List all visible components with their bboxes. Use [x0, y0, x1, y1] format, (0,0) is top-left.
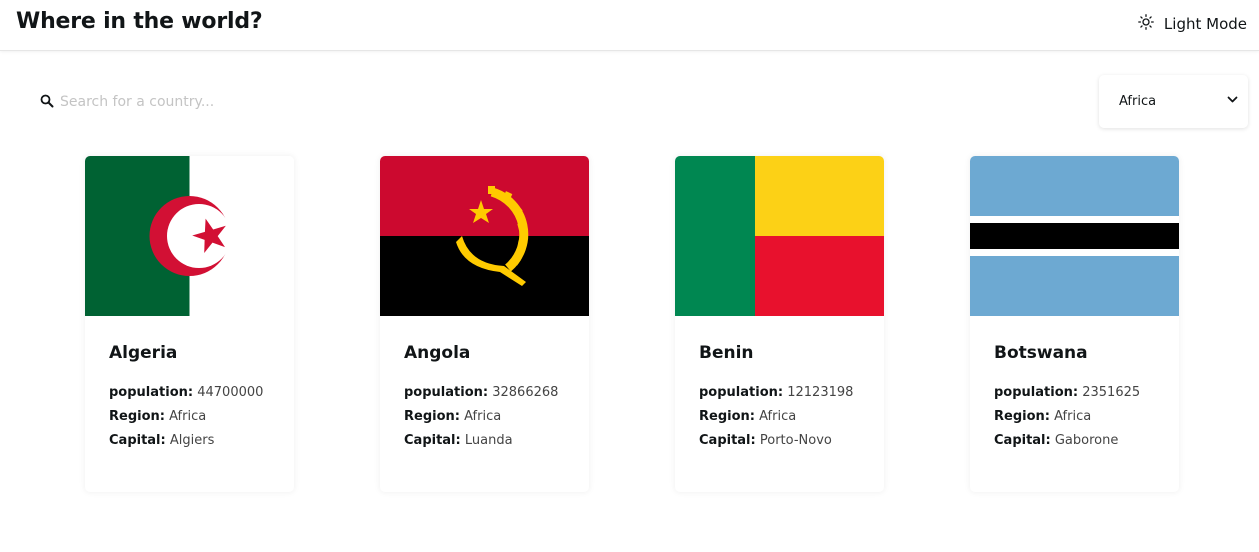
country-name: Benin [699, 343, 754, 363]
capital-label: Capital: [699, 433, 756, 448]
app-title: Where in the world? [16, 9, 263, 34]
algeria-flag [85, 156, 294, 316]
region-row: Region: Africa [994, 405, 1155, 429]
population-value: 12123198 [787, 385, 854, 400]
region-filter-value: Africa [1119, 94, 1157, 109]
population-label: population: [109, 385, 194, 400]
capital-value: Algiers [169, 433, 215, 448]
country-card-angola[interactable]: Angola population: 32866268 Region: Afri… [380, 156, 589, 492]
header: Where in the world? Light Mode [0, 0, 1259, 51]
benin-flag [675, 156, 884, 316]
population-value: 2351625 [1082, 385, 1141, 400]
capital-row: Capital: Luanda [404, 429, 565, 453]
region-filter-select[interactable]: Africa [1099, 75, 1248, 128]
country-name: Algeria [109, 343, 178, 363]
capital-value: Porto-Novo [759, 433, 832, 448]
capital-value: Gaborone [1054, 433, 1119, 448]
sun-icon [1138, 14, 1154, 34]
population-value: 44700000 [197, 385, 264, 400]
population-row: population: 12123198 [699, 381, 860, 405]
capital-label: Capital: [109, 433, 166, 448]
country-name: Botswana [994, 343, 1088, 363]
capital-row: Capital: Gaborone [994, 429, 1155, 453]
population-label: population: [994, 385, 1079, 400]
search-input[interactable] [60, 94, 420, 110]
capital-row: Capital: Porto-Novo [699, 429, 860, 453]
chevron-down-icon [1227, 94, 1238, 109]
theme-toggle-button[interactable]: Light Mode [1138, 12, 1247, 36]
region-value: Africa [1054, 409, 1092, 424]
region-label: Region: [404, 409, 460, 424]
capital-row: Capital: Algiers [109, 429, 270, 453]
angola-flag [380, 156, 589, 316]
population-row: population: 44700000 [109, 381, 270, 405]
population-row: population: 32866268 [404, 381, 565, 405]
region-value: Africa [464, 409, 502, 424]
region-label: Region: [109, 409, 165, 424]
capital-label: Capital: [994, 433, 1051, 448]
region-value: Africa [759, 409, 797, 424]
search-bar [28, 80, 448, 124]
theme-toggle-label: Light Mode [1163, 15, 1247, 33]
population-label: population: [404, 385, 489, 400]
population-value: 32866268 [492, 385, 559, 400]
country-name: Angola [404, 343, 471, 363]
country-card-botswana[interactable]: Botswana population: 2351625 Region: Afr… [970, 156, 1179, 492]
region-label: Region: [994, 409, 1050, 424]
capital-value: Luanda [464, 433, 513, 448]
country-card-benin[interactable]: Benin population: 12123198 Region: Afric… [675, 156, 884, 492]
region-label: Region: [699, 409, 755, 424]
country-card-algeria[interactable]: Algeria population: 44700000 Region: Afr… [85, 156, 294, 492]
search-icon [40, 93, 60, 112]
region-value: Africa [169, 409, 207, 424]
population-label: population: [699, 385, 784, 400]
region-row: Region: Africa [699, 405, 860, 429]
population-row: population: 2351625 [994, 381, 1155, 405]
capital-label: Capital: [404, 433, 461, 448]
region-row: Region: Africa [404, 405, 565, 429]
region-row: Region: Africa [109, 405, 270, 429]
botswana-flag [970, 156, 1179, 316]
